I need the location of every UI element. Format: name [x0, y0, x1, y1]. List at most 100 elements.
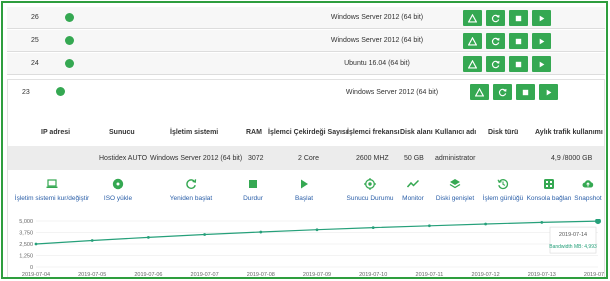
server-detail-panel: 23 Windows Server 2012 (64 bit) IP adres…	[7, 79, 606, 278]
restart-button[interactable]	[493, 84, 512, 100]
restart-button[interactable]	[486, 56, 505, 72]
data-point	[371, 226, 375, 230]
restart-button[interactable]	[486, 10, 505, 26]
stop-icon	[515, 38, 522, 44]
y-tick-label: 2,500	[19, 242, 33, 248]
header-server: Sunucu	[109, 129, 135, 136]
action-restart[interactable]: Yeniden başlat	[166, 178, 216, 202]
stop-button[interactable]	[516, 84, 535, 100]
value-disk: 50 GB	[404, 155, 424, 162]
data-point	[315, 228, 319, 232]
server-row[interactable]: 24 Ubuntu 16.04 (64 bit)	[7, 53, 605, 75]
play-icon	[539, 61, 545, 67]
action-snapshot[interactable]: Snapshot	[570, 178, 606, 202]
server-os: Windows Server 2012 (64 bit)	[330, 37, 424, 44]
start-button[interactable]	[532, 56, 551, 72]
tooltip-date: 2019-07-14	[559, 232, 587, 238]
stop-button[interactable]	[509, 10, 528, 26]
value-user: administrator	[435, 155, 476, 162]
stop-icon	[515, 15, 522, 21]
x-tick-label: 2019-07-04	[22, 272, 50, 278]
play-icon	[301, 179, 308, 189]
server-id: 26	[31, 14, 39, 21]
tooltip-value: Bandwidth MB: 4,993	[549, 244, 597, 250]
header-ip: IP adresi	[41, 129, 71, 136]
server-row-selected[interactable]: 23 Windows Server 2012 (64 bit)	[8, 80, 604, 103]
value-os: Windows Server 2012 (64 bit)	[150, 155, 243, 162]
action-console[interactable]: Konsola bağlan	[524, 178, 574, 202]
play-icon	[539, 38, 545, 44]
x-tick-label: 2019-07-05	[78, 272, 106, 278]
server-os: Windows Server 2012 (64 bit)	[330, 14, 424, 21]
action-install-os[interactable]: İşletim sistemi kur/değiştir	[14, 178, 90, 202]
warning-button[interactable]	[470, 84, 489, 100]
bandwidth-chart: 0 1,250 2,500 3,750 5,000 2019-07-04 2019-07-0…	[19, 219, 604, 278]
action-monitor[interactable]: Monitor	[398, 178, 428, 202]
console-icon	[544, 179, 554, 189]
start-button[interactable]	[539, 84, 558, 100]
action-start[interactable]: Başlat	[289, 178, 319, 202]
x-tick-label: 2019-07-13	[528, 272, 556, 278]
header-disk-type: Disk türü	[488, 129, 519, 136]
stop-icon	[249, 180, 257, 188]
value-cores: 2 Core	[298, 155, 320, 162]
stop-icon	[522, 89, 529, 95]
stop-icon	[515, 61, 522, 67]
y-tick-label: 5,000	[19, 219, 33, 225]
y-tick-label: 0	[30, 265, 33, 271]
warning-icon	[468, 59, 477, 69]
server-id: 23	[22, 89, 30, 96]
restart-button[interactable]	[486, 33, 505, 49]
y-tick-label: 3,750	[19, 231, 33, 237]
stop-button[interactable]	[509, 33, 528, 49]
header-traffic: Aylık trafik kullanımı	[535, 129, 603, 136]
server-row[interactable]: 25 Windows Server 2012 (64 bit)	[7, 30, 605, 52]
cloud-upload-icon	[582, 180, 594, 188]
start-button[interactable]	[532, 10, 551, 26]
stop-button[interactable]	[509, 56, 528, 72]
header-os: İşletim sistemi	[170, 129, 219, 136]
warning-icon	[468, 13, 477, 23]
laptop-icon	[46, 179, 58, 188]
data-point	[203, 233, 207, 236]
disc-icon	[112, 178, 124, 190]
status-dot	[56, 87, 65, 96]
warning-button[interactable]	[463, 33, 482, 49]
trend-icon	[407, 179, 419, 188]
header-cores: İşlemci Çekirdeği Sayısı	[268, 129, 348, 136]
header-ram: RAM	[246, 129, 262, 136]
value-ram: 3072	[248, 155, 264, 162]
target-icon	[364, 178, 376, 190]
refresh-icon	[491, 37, 500, 45]
play-icon	[546, 89, 552, 95]
start-button[interactable]	[532, 33, 551, 49]
header-disk: Disk alanı	[400, 129, 433, 136]
warning-button[interactable]	[463, 10, 482, 26]
data-point	[147, 235, 150, 239]
refresh-icon	[498, 88, 507, 96]
server-row[interactable]: 26 Windows Server 2012 (64 bit)	[7, 7, 605, 29]
action-operation-log[interactable]: İşlem günlüğü	[478, 178, 528, 202]
x-tick-label: 2019-07-11	[416, 272, 444, 278]
data-point	[259, 230, 263, 234]
x-tick-label: 2019-07-14	[584, 272, 604, 278]
action-iso-upload[interactable]: ISO yükle	[98, 178, 138, 202]
layers-icon	[449, 179, 461, 189]
data-point	[90, 239, 94, 242]
history-icon	[497, 179, 509, 190]
data-point	[34, 242, 38, 246]
value-traffic: 4,9 /8000 GB	[551, 155, 593, 162]
status-dot	[65, 59, 74, 68]
warning-button[interactable]	[463, 56, 482, 72]
x-tick-label: 2019-07-12	[472, 272, 500, 278]
data-point	[484, 222, 487, 226]
value-server: Hostidex AUTO	[99, 155, 148, 162]
status-dot	[65, 13, 74, 22]
action-stop[interactable]: Durdur	[238, 178, 268, 202]
header-freq: İşlemci frekansı	[347, 129, 400, 136]
action-extend-disk[interactable]: Diski genişlet	[432, 178, 478, 202]
x-tick-label: 2019-07-06	[134, 272, 162, 278]
server-id: 24	[31, 60, 39, 67]
status-dot	[65, 36, 74, 45]
action-server-status[interactable]: Sunucu Durumu	[342, 178, 398, 202]
